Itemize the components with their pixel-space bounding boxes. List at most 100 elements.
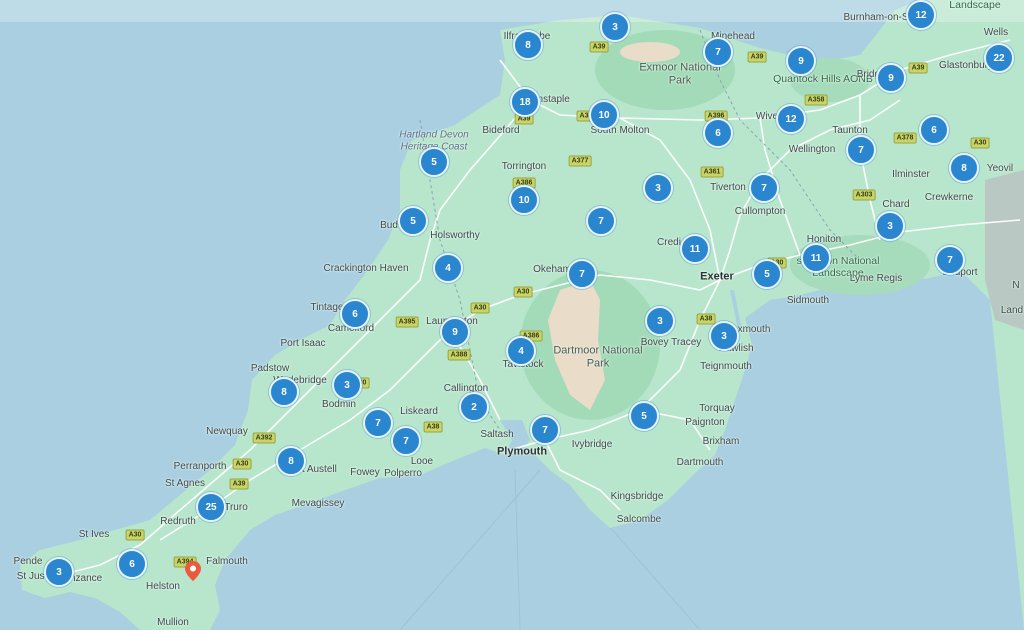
place-label-torquay: Torquay (699, 403, 735, 414)
place-label-landscape-ne: Landscape (949, 0, 1001, 11)
place-label-truro: Truro (224, 502, 248, 513)
road-shield-a378: A378 (893, 132, 917, 144)
marker-cluster-c03[interactable]: 8 (513, 30, 543, 60)
place-label-st-ives: St Ives (78, 529, 110, 540)
place-label-kingsbridge: Kingsbridge (610, 491, 664, 502)
marker-cluster-c13[interactable]: 5 (419, 147, 449, 177)
place-label-st-agnes: St Agnes (164, 478, 206, 489)
place-label-sidmouth: Sidmouth (786, 295, 830, 306)
place-label-crewkerne: Crewkerne (924, 192, 974, 203)
road-shield-a30-y: A30 (970, 137, 990, 149)
marker-cluster-c32[interactable]: 4 (506, 336, 536, 366)
road-shield-a303: A303 (852, 189, 876, 201)
marker-cluster-c17[interactable]: 7 (749, 173, 779, 203)
road-shield-a30-np: A30 (232, 458, 252, 470)
place-label-plymouth: Plymouth (496, 445, 548, 458)
place-label-ivybridge: Ivybridge (571, 439, 613, 450)
marker-cluster-c14[interactable]: 7 (846, 135, 876, 165)
marker-cluster-c19[interactable]: 5 (398, 206, 428, 236)
road-shield-a39-mh: A39 (747, 51, 767, 63)
road-shield-a395: A395 (395, 316, 419, 328)
marker-cluster-c06[interactable]: 22 (984, 43, 1014, 73)
place-label-st-just: St Just (16, 571, 48, 582)
place-label-bovey: Bovey Tracey (640, 337, 702, 348)
place-label-teignmouth: Teignmouth (700, 361, 752, 372)
place-label-dartmoor: Dartmoor National Park (553, 344, 643, 369)
place-label-paignton: Paignton (685, 417, 725, 428)
marker-cluster-c11[interactable]: 6 (703, 118, 733, 148)
marker-cluster-c28[interactable]: 6 (340, 299, 370, 329)
marker-cluster-c42[interactable]: 6 (117, 549, 147, 579)
marker-cluster-c43[interactable]: 3 (44, 557, 74, 587)
place-label-pendeen: Pende (13, 556, 43, 567)
place-label-crediton: Credi (657, 237, 681, 248)
map-canvas[interactable]: IlfracombeMineheadBurnham-on-SLandscapeW… (0, 0, 1024, 630)
road-shield-a30-la: A30 (470, 302, 490, 314)
place-label-tintagel: Tintage (310, 302, 344, 313)
marker-cluster-c02[interactable]: 12 (906, 0, 936, 30)
place-label-ilminster: Ilminster (892, 169, 930, 180)
place-label-polperro: Polperro (384, 468, 422, 479)
marker-cluster-c07[interactable]: 9 (876, 63, 906, 93)
place-label-yeovil: Yeovil (986, 163, 1014, 174)
marker-cluster-c23[interactable]: 11 (801, 243, 831, 273)
place-label-mevagissey: Mevagissey (291, 498, 345, 509)
place-label-bude: Bud (380, 220, 398, 231)
marker-cluster-c31[interactable]: 3 (709, 321, 739, 351)
road-shield-a358: A358 (804, 94, 828, 106)
marker-cluster-c30[interactable]: 3 (645, 306, 675, 336)
place-label-lyme: Lyme Regis (849, 273, 903, 284)
road-shield-a377: A377 (568, 155, 592, 167)
marker-cluster-c01[interactable]: 3 (600, 12, 630, 42)
marker-cluster-c35[interactable]: 7 (363, 408, 393, 438)
marker-cluster-c12[interactable]: 6 (919, 115, 949, 145)
marker-cluster-c38[interactable]: 7 (391, 426, 421, 456)
marker-cluster-c25[interactable]: 4 (433, 253, 463, 283)
place-label-helston: Helston (146, 581, 180, 592)
marker-cluster-c09[interactable]: 10 (589, 100, 619, 130)
place-label-fowey: Fowey (350, 467, 380, 478)
marker-cluster-c41[interactable]: 25 (196, 492, 226, 522)
place-label-perranporth: Perranporth (173, 461, 227, 472)
road-shield-a38-e: A38 (696, 313, 716, 325)
marker-cluster-c27[interactable]: 5 (752, 259, 782, 289)
marker-cluster-c34[interactable]: 3 (332, 370, 362, 400)
place-label-tiverton: Tiverton (710, 182, 746, 193)
marker-cluster-c05[interactable]: 9 (786, 46, 816, 76)
marker-cluster-c33[interactable]: 8 (269, 377, 299, 407)
road-shield-a39-gl: A39 (908, 62, 928, 74)
marker-cluster-c26[interactable]: 7 (567, 259, 597, 289)
place-label-wellington: Wellington (788, 144, 836, 155)
road-shield-a30-r: A30 (125, 529, 145, 541)
marker-cluster-c40[interactable]: 8 (276, 446, 306, 476)
road-shield-a39-n: A39 (589, 41, 609, 53)
marker-cluster-c21[interactable]: 3 (875, 211, 905, 241)
marker-cluster-c22[interactable]: 11 (680, 234, 710, 264)
marker-cluster-c10[interactable]: 12 (776, 104, 806, 134)
marker-cluster-c08[interactable]: 18 (510, 87, 540, 117)
place-label-dartmouth: Dartmouth (676, 457, 724, 468)
marker-cluster-c24[interactable]: 7 (935, 245, 965, 275)
place-label-salcombe: Salcombe (616, 514, 662, 525)
marker-cluster-c29[interactable]: 9 (440, 317, 470, 347)
marker-cluster-c16[interactable]: 3 (643, 173, 673, 203)
location-pin-icon[interactable] (185, 561, 201, 586)
place-label-exmouth: xmouth (737, 324, 771, 335)
place-label-bodmin: Bodmin (322, 399, 356, 410)
marker-cluster-c15[interactable]: 8 (949, 153, 979, 183)
marker-cluster-c20[interactable]: 7 (586, 206, 616, 236)
marker-cluster-c18[interactable]: 10 (509, 185, 539, 215)
road-shield-a30-ok: A30 (513, 286, 533, 298)
marker-cluster-c04[interactable]: 7 (703, 37, 733, 67)
place-label-liskeard: Liskeard (400, 406, 438, 417)
marker-cluster-c37[interactable]: 5 (629, 401, 659, 431)
marker-cluster-c39[interactable]: 7 (530, 415, 560, 445)
place-label-padstow: Padstow (250, 363, 290, 374)
place-label-falmouth: Falmouth (206, 556, 248, 567)
place-label-cullompton: Cullompton (734, 206, 786, 217)
road-shield-a392: A392 (252, 432, 276, 444)
place-label-okehampton: Okeham (533, 264, 571, 275)
marker-cluster-c36[interactable]: 2 (459, 392, 489, 422)
place-label-wells: Wells (983, 27, 1009, 38)
place-label-chard: Chard (882, 199, 910, 210)
